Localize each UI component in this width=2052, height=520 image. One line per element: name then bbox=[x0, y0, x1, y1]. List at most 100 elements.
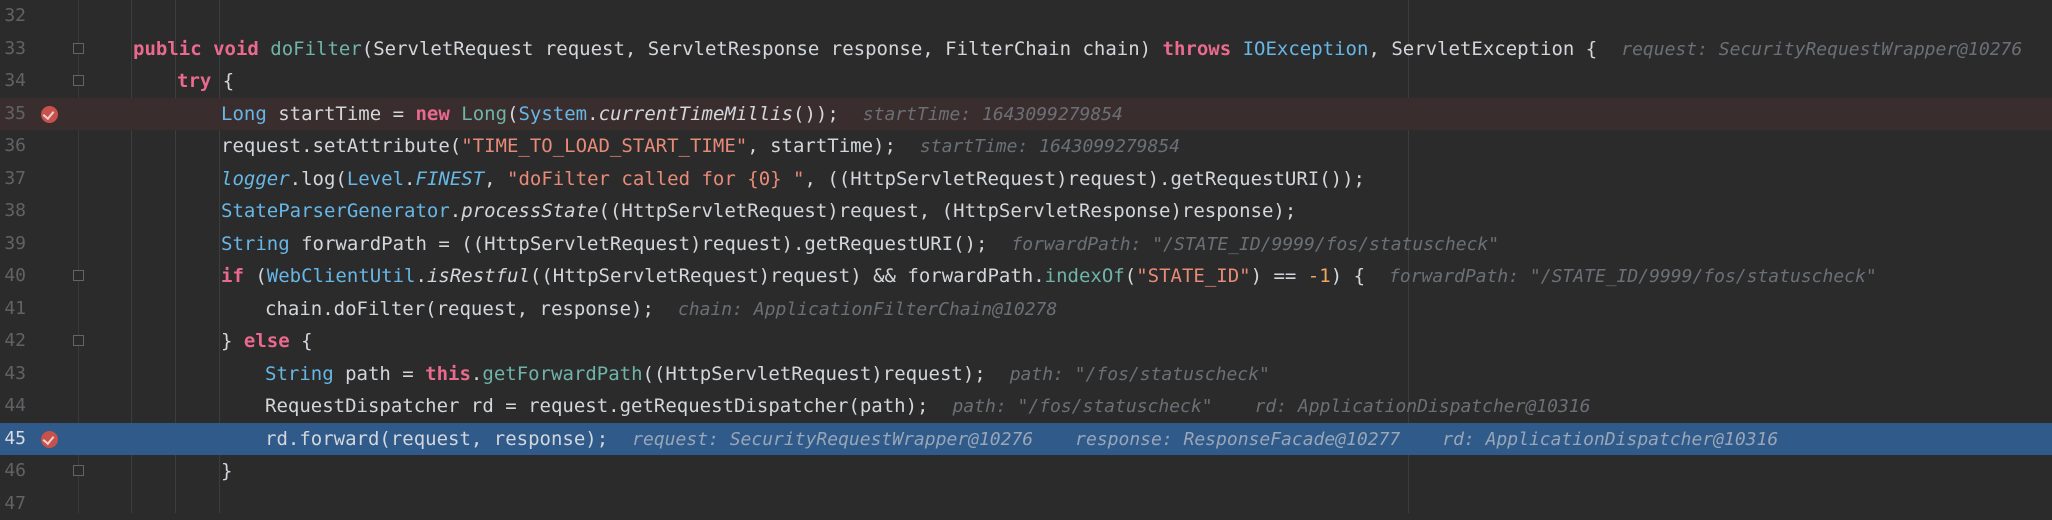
code-token: , startTime); bbox=[747, 135, 896, 157]
code-token: throws bbox=[1163, 38, 1243, 60]
code-line[interactable]: 38 StateParserGenerator.processState((Htt… bbox=[0, 195, 2052, 228]
line-number: 38 bbox=[0, 195, 26, 228]
code-line[interactable]: 40if (WebClientUtil.isRestful((HttpServl… bbox=[0, 260, 2052, 293]
code-token: (ServletRequest request, ServletResponse… bbox=[362, 38, 1163, 60]
code-token: new bbox=[415, 103, 461, 125]
inline-debug-value: forwardPath: "/STATE_ID/9999/fos/statusc… bbox=[1389, 266, 1877, 287]
code-text[interactable]: String forwardPath = ((HttpServletReques… bbox=[221, 228, 1499, 262]
code-token: "STATE_ID" bbox=[1136, 265, 1250, 287]
code-token: currentTimeMillis bbox=[599, 103, 793, 125]
inline-debug-value: startTime: 1643099279854 bbox=[863, 104, 1123, 125]
code-text[interactable]: } bbox=[221, 455, 232, 488]
code-line[interactable]: 39 String forwardPath = ((HttpServletRequ… bbox=[0, 228, 2052, 261]
code-token: , ServletException { bbox=[1368, 38, 1597, 60]
code-line[interactable]: 36 request.setAttribute("TIME_TO_LOAD_STA… bbox=[0, 130, 2052, 163]
line-number: 32 bbox=[0, 0, 26, 33]
code-token: StateParserGenerator bbox=[221, 200, 450, 222]
line-number: 39 bbox=[0, 228, 26, 261]
fold-marker-icon[interactable] bbox=[73, 270, 84, 281]
code-token: { bbox=[301, 330, 312, 352]
line-number: 34 bbox=[0, 65, 26, 98]
code-line[interactable]: 41chain.doFilter(request, response);chai… bbox=[0, 293, 2052, 326]
code-text[interactable]: if (WebClientUtil.isRestful((HttpServlet… bbox=[221, 260, 1877, 294]
code-token: path = bbox=[345, 363, 425, 385]
code-token: . bbox=[471, 363, 482, 385]
code-token: , bbox=[484, 168, 507, 190]
code-token: Long bbox=[221, 103, 278, 125]
fold-marker-icon[interactable] bbox=[73, 465, 84, 476]
code-token: String bbox=[265, 363, 345, 385]
fold-marker-icon[interactable] bbox=[73, 335, 84, 346]
code-token: ( bbox=[1125, 265, 1136, 287]
code-line[interactable]: 34 try { bbox=[0, 65, 2052, 98]
code-editor[interactable]: 3233 public void doFilter(ServletRequest … bbox=[0, 0, 2052, 513]
line-number: 37 bbox=[0, 163, 26, 196]
line-number: 45 bbox=[0, 423, 26, 456]
code-token: doFilter bbox=[270, 38, 362, 60]
code-text[interactable]: rd.forward(request, response);request: S… bbox=[265, 423, 1778, 457]
code-token: ((HttpServletRequest)request); bbox=[643, 363, 986, 385]
code-token: if bbox=[221, 265, 255, 287]
code-token: "doFilter called for {0} " bbox=[507, 168, 804, 190]
code-text[interactable]: try { bbox=[177, 65, 234, 98]
code-token: .log( bbox=[290, 168, 347, 190]
line-number: 43 bbox=[0, 358, 26, 391]
code-token: System bbox=[518, 103, 587, 125]
code-token: processState bbox=[461, 200, 598, 222]
inline-debug-value: request: SecurityRequestWrapper@10276 bbox=[1621, 39, 2022, 60]
code-line[interactable]: 32 bbox=[0, 0, 2052, 33]
code-text[interactable]: public void doFilter(ServletRequest requ… bbox=[133, 33, 2052, 67]
code-token: . bbox=[404, 168, 415, 190]
code-line[interactable]: 47 bbox=[0, 488, 2052, 520]
code-token: IOException bbox=[1243, 38, 1369, 60]
inline-debug-value: rd: ApplicationDispatcher@10316 bbox=[1255, 396, 1591, 417]
line-number: 33 bbox=[0, 33, 26, 66]
code-line[interactable]: 46} bbox=[0, 455, 2052, 488]
fold-marker-icon[interactable] bbox=[73, 43, 84, 54]
code-token: chain.doFilter(request, response); bbox=[265, 298, 654, 320]
inline-debug-value: path: "/fos/statuscheck" bbox=[1010, 364, 1270, 385]
code-token: { bbox=[223, 70, 234, 92]
code-token: ) { bbox=[1331, 265, 1365, 287]
line-number: 47 bbox=[0, 488, 26, 520]
code-line[interactable]: 44 RequestDispatcher rd = request.getRequ… bbox=[0, 390, 2052, 423]
line-number: 42 bbox=[0, 325, 26, 358]
code-token: ()); bbox=[793, 103, 839, 125]
code-token: ) == bbox=[1251, 265, 1308, 287]
inline-debug-value: path: "/fos/statuscheck" bbox=[952, 396, 1212, 417]
line-number: 40 bbox=[0, 260, 26, 293]
code-token: getForwardPath bbox=[482, 363, 642, 385]
inline-debug-value: startTime: 1643099279854 bbox=[920, 136, 1180, 157]
code-text[interactable]: } else { bbox=[221, 325, 313, 358]
code-text[interactable]: StateParserGenerator.processState((HttpS… bbox=[221, 195, 1296, 228]
code-token: String bbox=[221, 233, 301, 255]
inline-debug-value: response: ResponseFacade@10277 bbox=[1075, 429, 1400, 450]
code-line[interactable]: 43 String path = this.getForwardPath((Htt… bbox=[0, 358, 2052, 391]
code-token: this bbox=[425, 363, 471, 385]
code-token: -1 bbox=[1308, 265, 1331, 287]
code-line[interactable]: 35Long startTime = new Long(System.curre… bbox=[0, 98, 2052, 131]
code-text[interactable]: chain.doFilter(request, response);chain:… bbox=[265, 293, 1057, 327]
code-token: try bbox=[177, 70, 223, 92]
line-number: 36 bbox=[0, 130, 26, 163]
code-text[interactable]: RequestDispatcher rd = request.getReques… bbox=[265, 390, 1591, 424]
code-text[interactable]: request.setAttribute("TIME_TO_LOAD_START… bbox=[221, 130, 1180, 164]
breakpoint-icon[interactable] bbox=[41, 431, 58, 448]
code-token: ((HttpServletRequest)request, (HttpServl… bbox=[599, 200, 1297, 222]
code-text[interactable]: Long startTime = new Long(System.current… bbox=[221, 98, 1123, 132]
code-line[interactable]: 33 public void doFilter(ServletRequest re… bbox=[0, 33, 2052, 66]
fold-marker-icon[interactable] bbox=[73, 75, 84, 86]
code-token: WebClientUtil bbox=[267, 265, 416, 287]
code-token: forwardPath = ((HttpServletRequest)reque… bbox=[301, 233, 987, 255]
code-line[interactable]: 37 logger.log(Level.FINEST, "doFilter cal… bbox=[0, 163, 2052, 196]
inline-debug-value: rd: ApplicationDispatcher@10316 bbox=[1442, 429, 1778, 450]
code-line[interactable]: 45 rd.forward(request, response);request:… bbox=[0, 423, 2052, 456]
line-number: 44 bbox=[0, 390, 26, 423]
code-token: ( bbox=[255, 265, 266, 287]
code-line[interactable]: 42 } else { bbox=[0, 325, 2052, 358]
code-token: startTime = bbox=[278, 103, 415, 125]
code-token: } bbox=[221, 330, 244, 352]
code-text[interactable]: String path = this.getForwardPath((HttpS… bbox=[265, 358, 1270, 392]
breakpoint-icon[interactable] bbox=[41, 106, 58, 123]
code-text[interactable]: logger.log(Level.FINEST, "doFilter calle… bbox=[221, 163, 1365, 196]
